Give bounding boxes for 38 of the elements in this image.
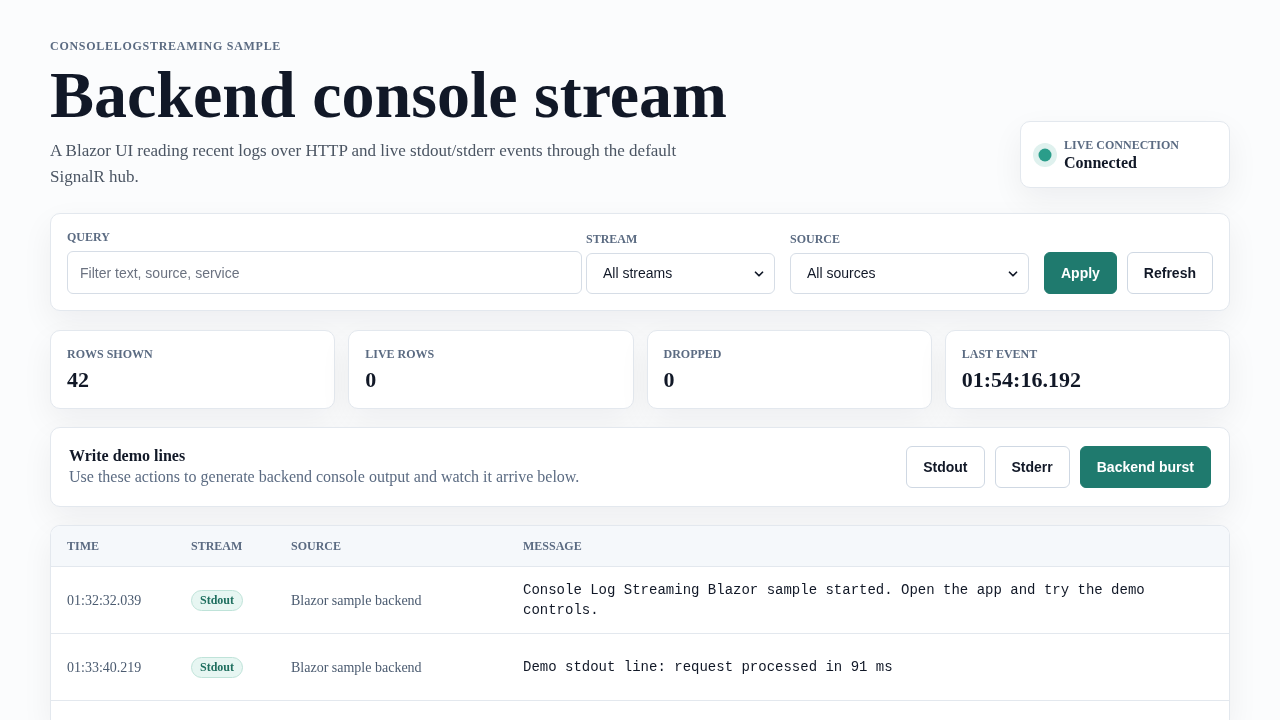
column-header: MESSAGE	[523, 538, 582, 555]
message-cell-text: Demo stdout line: request processed in 91 ms	[523, 658, 894, 677]
stat-value: 01:54:16.192	[961, 366, 1081, 394]
connection-status: Connected	[1064, 152, 1138, 173]
field-label: QUERY	[67, 229, 111, 245]
field-label: SOURCE	[789, 231, 841, 247]
demo-button[interactable]: Stdout	[906, 446, 985, 488]
column-header: STREAM	[191, 538, 243, 555]
stat-label: ROWS SHOWN	[67, 346, 153, 362]
connection-label: LIVE CONNECTION	[1064, 136, 1180, 153]
page-subtitle: A Blazor UI reading recent logs over HTTP and live stdout/stderr events through the default SignalR hub.	[50, 140, 678, 188]
message-cell-text: Console Log Streaming Blazor sample started. Open the app and try the demo controls.	[523, 581, 1146, 620]
time-cell-text: 01:32:32.039	[67, 591, 142, 610]
filter-button[interactable]: Apply	[1043, 252, 1117, 294]
field-label: STREAM	[585, 231, 639, 247]
page-title: Backend console stream	[50, 63, 728, 127]
demo-button[interactable]: Stderr	[994, 446, 1070, 488]
demo-title: Write demo lines	[69, 446, 186, 466]
stat-value: 42	[67, 366, 89, 394]
stat-value: 0	[663, 366, 675, 394]
demo-description: Use these actions to generate backend console output and watch it arrive below.	[69, 467, 580, 488]
stream-badge: Stdout	[191, 656, 243, 678]
stat-label: LIVE ROWS	[365, 346, 435, 362]
eyebrow-text: CONSOLELOGSTREAMING SAMPLE	[50, 38, 282, 54]
column-header: SOURCE	[291, 538, 341, 555]
stat-value: 0	[365, 366, 377, 394]
time-cell-text: 01:33:40.219	[67, 658, 142, 677]
filter-button[interactable]: Refresh	[1126, 252, 1213, 294]
source-cell-text: Blazor sample backend	[291, 591, 422, 610]
demo-button[interactable]: Backend burst	[1079, 446, 1211, 488]
column-header: TIME	[67, 538, 99, 555]
source-select[interactable]: All sources	[789, 253, 1029, 294]
query-input-field[interactable]: Filter text, source, service	[67, 251, 582, 294]
stream-select[interactable]: All streams	[585, 253, 775, 294]
stat-label: DROPPED	[663, 346, 722, 362]
stat-label: LAST EVENT	[961, 346, 1038, 362]
source-cell-text: Blazor sample backend	[291, 658, 422, 677]
stream-badge: Stdout	[191, 589, 243, 611]
